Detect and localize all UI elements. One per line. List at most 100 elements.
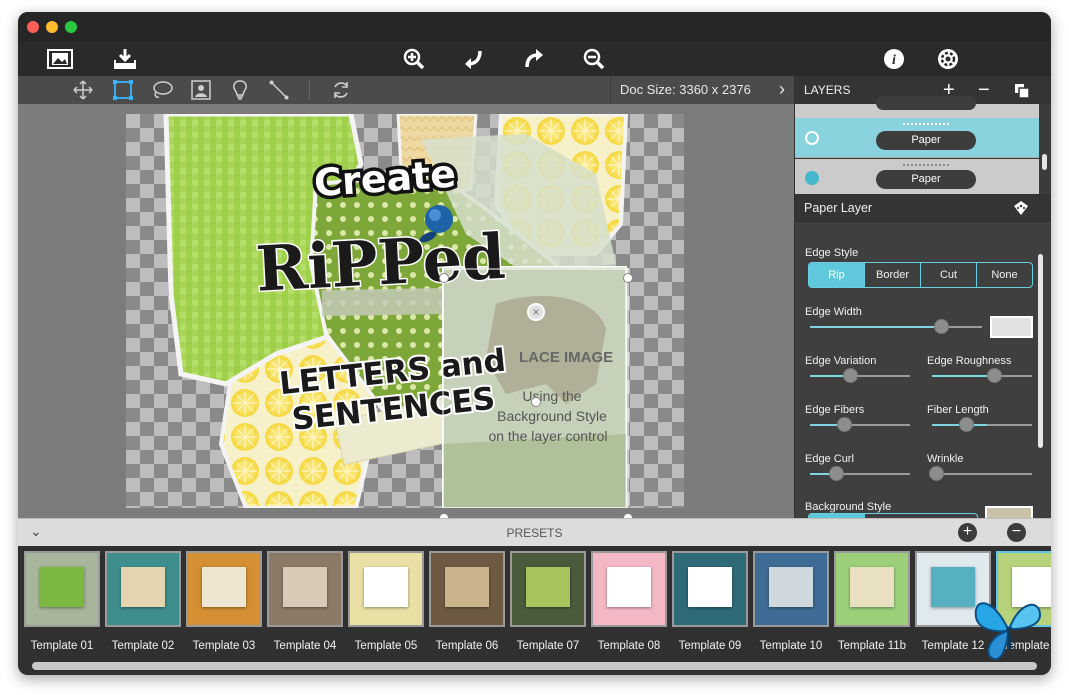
template-thumbnail[interactable]	[267, 551, 343, 627]
template-photo-card	[202, 567, 246, 607]
template-thumbnail[interactable]	[186, 551, 262, 627]
layer-visibility-icon[interactable]	[805, 131, 819, 145]
template-label[interactable]: Template 10	[750, 640, 832, 652]
layers-scrollbar[interactable]	[1042, 154, 1047, 170]
layer-row-partial[interactable]	[795, 96, 1039, 118]
template-thumbnail[interactable]	[834, 551, 910, 627]
zoom-in-icon[interactable]	[400, 45, 428, 73]
paper-layer-panel: Paper Layer Edge Style Rip Border Cut No…	[795, 194, 1051, 518]
layers-title: LAYERS	[804, 83, 851, 97]
edge-color-swatch[interactable]	[990, 316, 1033, 338]
template-photo-card	[121, 567, 165, 607]
template-thumbnail[interactable]	[510, 551, 586, 627]
template-thumbnail[interactable]	[429, 551, 505, 627]
selection-handle-top-left[interactable]	[439, 273, 449, 283]
placeholder-title: LACE IMAGE	[519, 349, 613, 366]
template-photo-card	[40, 567, 84, 607]
wrinkle-knob[interactable]	[929, 466, 944, 481]
template-thumbnail[interactable]	[591, 551, 667, 627]
add-preset-plus-icon[interactable]: +	[958, 523, 977, 542]
zoom-out-icon[interactable]	[580, 45, 608, 73]
template-photo-card	[850, 567, 894, 607]
template-label[interactable]: Template 07	[507, 640, 589, 652]
settings-gear-icon[interactable]	[934, 45, 962, 73]
edge-fibers-label: Edge Fibers	[805, 404, 865, 416]
selection-handle-top-right[interactable]	[623, 273, 633, 283]
edge-width-knob[interactable]	[934, 319, 949, 334]
doc-size-readout: Doc Size: 3360 x 2376	[610, 76, 760, 104]
edge-variation-label: Edge Variation	[805, 355, 877, 367]
edge-style-segmented-control[interactable]: Rip Border Cut None	[808, 262, 1033, 288]
properties-scrollbar[interactable]	[1038, 254, 1043, 448]
template-label[interactable]: Template 04	[264, 640, 346, 652]
edge-style-label: Edge Style	[805, 247, 859, 259]
template-photo-card	[364, 567, 408, 607]
lightbulb-tool-icon[interactable]	[229, 79, 251, 101]
template-label[interactable]: Template 06	[426, 640, 508, 652]
layer-visibility-icon[interactable]	[805, 171, 819, 185]
remove-preset-minus-icon[interactable]: −	[1007, 523, 1026, 542]
layer-row-selected[interactable]: Paper	[795, 118, 1039, 158]
layer-row[interactable]: Paper	[795, 159, 1039, 197]
edge-curl-knob[interactable]	[829, 466, 844, 481]
template-label[interactable]: Template 09	[669, 640, 751, 652]
placeholder-line3: on the layer control	[488, 428, 607, 444]
close-window-button[interactable]	[27, 21, 39, 33]
template-label[interactable]: Template 08	[588, 640, 670, 652]
template-thumbnail[interactable]	[348, 551, 424, 627]
presets-thumbnails: Template 01 Template 02 Template 03 Templat…	[18, 546, 1051, 675]
template-thumbnail[interactable]	[24, 551, 100, 627]
document-canvas[interactable]: Create RiPPed LETTERS and SENTENCES LACE…	[126, 114, 684, 508]
edge-fibers-knob[interactable]	[837, 417, 852, 432]
edge-style-rip[interactable]: Rip	[809, 263, 864, 287]
open-image-icon[interactable]	[46, 45, 74, 73]
edge-roughness-knob[interactable]	[987, 368, 1002, 383]
app-window: i Doc Size: 3360 x 2376 › Create RiPPed …	[18, 12, 1051, 675]
portrait-select-tool-icon[interactable]	[190, 79, 212, 101]
redo-icon[interactable]	[520, 45, 548, 73]
dice-icon[interactable]	[1013, 200, 1029, 216]
fiber-length-knob[interactable]	[959, 417, 974, 432]
template-photo-card	[769, 567, 813, 607]
canvas-text-ripped[interactable]: RiPPed	[253, 218, 509, 307]
edge-variation-knob[interactable]	[843, 368, 858, 383]
wrinkle-slider[interactable]	[932, 473, 1032, 475]
butterfly-logo-icon	[968, 587, 1048, 667]
undo-icon[interactable]	[459, 45, 487, 73]
toolbar-divider	[309, 80, 310, 100]
edge-style-border[interactable]: Border	[864, 263, 920, 287]
fiber-length-label: Fiber Length	[927, 404, 989, 416]
template-photo-card	[688, 567, 732, 607]
presets-bar: ⌄ PRESETS + −	[18, 518, 1051, 546]
template-label[interactable]: Template 03	[183, 640, 265, 652]
edge-style-none[interactable]: None	[976, 263, 1032, 287]
template-label[interactable]: Template 11b	[831, 640, 913, 652]
template-photo-card	[526, 567, 570, 607]
info-icon[interactable]: i	[880, 45, 908, 73]
move-tool-icon[interactable]	[72, 79, 94, 101]
template-label[interactable]: Template 02	[102, 640, 184, 652]
template-thumbnail[interactable]	[753, 551, 829, 627]
template-thumbnail[interactable]	[105, 551, 181, 627]
duplicate-layer-icon[interactable]	[1015, 84, 1030, 99]
template-photo-card	[607, 567, 651, 607]
remove-layer-minus-icon[interactable]: −	[978, 78, 998, 102]
canvas-area[interactable]: Create RiPPed LETTERS and SENTENCES LACE…	[18, 104, 794, 518]
edge-style-cut[interactable]: Cut	[920, 263, 976, 287]
lasso-tool-icon[interactable]	[151, 79, 173, 101]
line-tool-icon[interactable]	[268, 79, 290, 101]
template-label[interactable]: Template 01	[21, 640, 103, 652]
zoom-window-button[interactable]	[65, 21, 77, 33]
background-preview-thumbnail[interactable]	[985, 506, 1033, 518]
template-photo-card	[283, 567, 327, 607]
minimize-window-button[interactable]	[46, 21, 58, 33]
template-thumbnail[interactable]	[672, 551, 748, 627]
selection-handle-center[interactable]	[531, 397, 541, 407]
template-label[interactable]: Template 05	[345, 640, 427, 652]
presets-scrollbar[interactable]	[32, 662, 1037, 670]
rotate-refresh-icon[interactable]	[330, 79, 352, 101]
save-download-icon[interactable]	[111, 45, 139, 73]
delete-layer-close-icon[interactable]: ×	[527, 303, 545, 321]
chevron-right-icon[interactable]: ›	[770, 76, 794, 104]
rect-select-tool-icon[interactable]	[112, 79, 134, 101]
